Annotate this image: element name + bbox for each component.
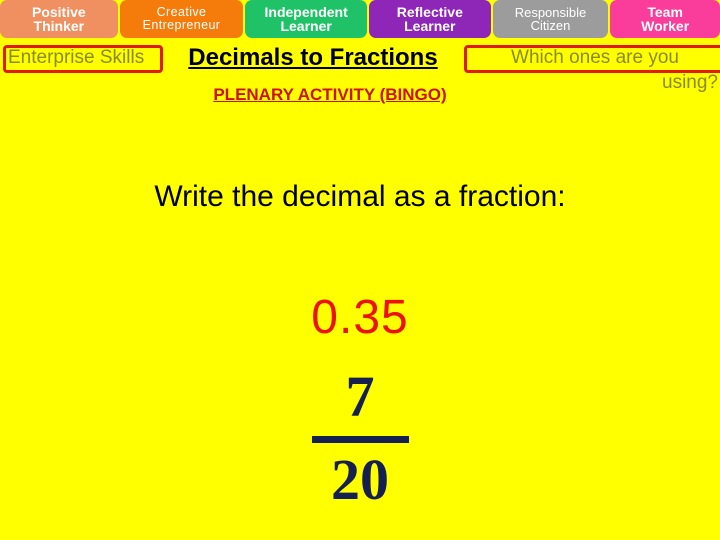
- decimal-value: 0.35: [311, 291, 409, 344]
- tab-label-line2: Worker: [641, 18, 690, 34]
- question-line1: Which ones are you: [511, 47, 679, 68]
- tab-responsible-citizen[interactable]: Responsible Citizen: [492, 0, 609, 38]
- tab-creative-entrepreneur[interactable]: Creative Entrepreneur: [119, 0, 244, 38]
- enterprise-skills-label: Enterprise Skills: [8, 47, 145, 68]
- tab-label-line2: Entrepreneur: [142, 18, 221, 32]
- tab-label-line2: Learner: [280, 18, 332, 34]
- tab-label-line1: Positive: [31, 3, 86, 20]
- fraction-numerator: 7: [345, 364, 375, 429]
- tab-positive-thinker[interactable]: Positive Thinker: [0, 0, 118, 38]
- slide: Positive Thinker Creative Entrepreneur I…: [0, 0, 720, 540]
- fraction-bar: [311, 436, 409, 443]
- tab-label-line1: Responsible: [514, 4, 587, 20]
- fraction-denominator: 20: [331, 447, 389, 512]
- tab-label-line2: Learner: [404, 18, 456, 34]
- task-prompt: Write the decimal as a fraction:: [154, 180, 566, 213]
- fraction-answer: 7 20: [0, 366, 720, 511]
- tab-label-line1: Reflective: [396, 3, 463, 20]
- tab-label-line2: Thinker: [33, 18, 85, 34]
- tab-independent-learner[interactable]: Independent Learner: [245, 0, 367, 38]
- skills-tab-bar: Positive Thinker Creative Entrepreneur I…: [0, 0, 720, 39]
- subtitle: PLENARY ACTIVITY (BINGO): [213, 85, 447, 104]
- tab-label-line1: Independent: [264, 3, 348, 20]
- tab-label-line1: Team: [647, 3, 683, 20]
- tab-label-line2: Citizen: [530, 18, 571, 33]
- page-title: Decimals to Fractions: [188, 44, 438, 71]
- tab-reflective-learner[interactable]: Reflective Learner: [368, 0, 491, 38]
- tab-team-worker[interactable]: Team Worker: [610, 0, 720, 38]
